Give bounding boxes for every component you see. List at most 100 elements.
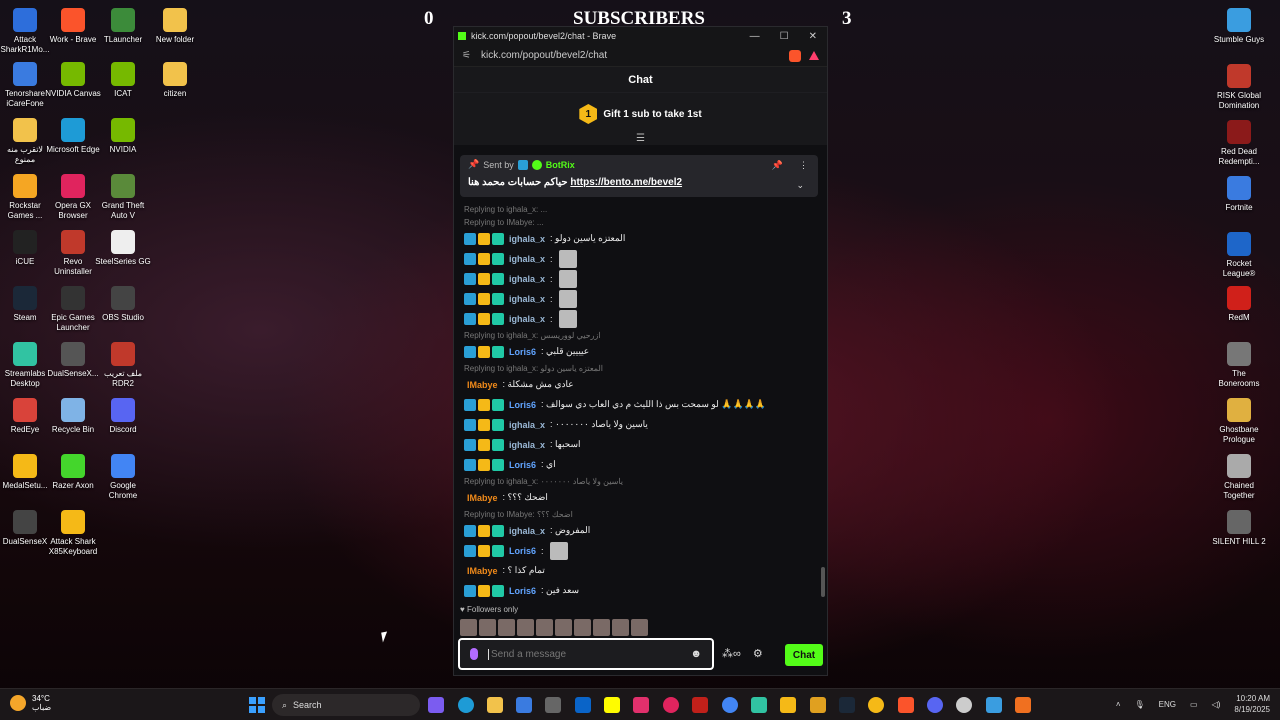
chat-username[interactable]: ighala_x: [509, 440, 545, 450]
chat-message[interactable]: IMabye: تمام كذا ؟: [464, 561, 819, 580]
emote-icon[interactable]: [631, 619, 648, 636]
chat-username[interactable]: Loris6: [509, 400, 536, 410]
chat-username[interactable]: Loris6: [509, 546, 536, 556]
desktop-icon[interactable]: RISK Global Domination: [1211, 64, 1267, 111]
desktop-icon[interactable]: OBS Studio: [95, 286, 151, 323]
chat-username[interactable]: ighala_x: [509, 234, 545, 244]
chat-username[interactable]: IMabye: [467, 493, 498, 503]
chevron-down-icon[interactable]: ⌄: [796, 180, 804, 191]
chat-message[interactable]: ighala_x:: [464, 249, 819, 268]
chat-username[interactable]: Loris6: [509, 460, 536, 470]
chat-message[interactable]: ighala_x:: [464, 289, 819, 308]
site-settings-icon[interactable]: ⚟: [462, 50, 471, 61]
medal-icon[interactable]: [868, 697, 884, 713]
gift-banner[interactable]: 1 Gift 1 sub to take 1st: [454, 93, 827, 135]
desktop-icon[interactable]: Ghostbane Prologue: [1211, 398, 1267, 445]
brave-icon[interactable]: [898, 697, 914, 713]
desktop-icon[interactable]: Epic Games Launcher: [45, 286, 101, 333]
scrollbar[interactable]: [821, 567, 825, 597]
desktop-icon[interactable]: Razer Axon: [45, 454, 101, 491]
chat-username[interactable]: ighala_x: [509, 420, 545, 430]
desktop-icon[interactable]: ICAT: [95, 62, 151, 99]
desktop-icon[interactable]: DualSenseX...: [45, 342, 101, 379]
language-indicator[interactable]: ENG: [1159, 700, 1176, 709]
chat-message[interactable]: Loris6: عيييين قلبي: [464, 342, 819, 361]
gear-icon[interactable]: ⚙: [753, 647, 763, 660]
opera-icon[interactable]: [663, 697, 679, 713]
desktop-icon[interactable]: Stumble Guys: [1211, 8, 1267, 45]
store-icon[interactable]: [516, 697, 532, 713]
close-icon[interactable]: ✕: [809, 31, 817, 42]
desktop-icon[interactable]: Fortnite: [1211, 176, 1267, 213]
pinned-bot-name[interactable]: BotRix: [546, 160, 575, 170]
emote-icon[interactable]: [574, 619, 591, 636]
copilot-icon[interactable]: [428, 697, 444, 713]
attack-shark-icon[interactable]: [780, 697, 796, 713]
chat-username[interactable]: ighala_x: [509, 274, 545, 284]
users-icon[interactable]: ⁂∞: [722, 647, 741, 660]
desktop-icon[interactable]: Chained Together: [1211, 454, 1267, 501]
chat-username[interactable]: Loris6: [509, 586, 536, 596]
chat-username[interactable]: ighala_x: [509, 254, 545, 264]
emote-icon[interactable]: [479, 619, 496, 636]
chat-username[interactable]: IMabye: [467, 566, 498, 576]
desktop-icon[interactable]: Discord: [95, 398, 151, 435]
chat-message[interactable]: Loris6: اما عاد: [464, 601, 819, 602]
steam-icon[interactable]: [839, 697, 855, 713]
emote-icon[interactable]: [612, 619, 629, 636]
chat-message[interactable]: ighala_x: ياسين ولا ياصاد ٠٠٠٠٠٠٠: [464, 415, 819, 434]
fortnite-icon[interactable]: [986, 697, 1002, 713]
url-text[interactable]: kick.com/popout/bevel2/chat: [481, 50, 607, 61]
microphone-tray-icon[interactable]: 🎙: [1135, 700, 1145, 709]
desktop-icon[interactable]: Rocket League®: [1211, 232, 1267, 279]
discord-icon[interactable]: [927, 697, 943, 713]
chat-message[interactable]: Loris6: اي: [464, 455, 819, 474]
unpin-icon[interactable]: 📌: [772, 160, 783, 171]
chat-message[interactable]: ighala_x: اسحبها: [464, 435, 819, 454]
address-bar[interactable]: ⚟ kick.com/popout/bevel2/chat: [454, 45, 827, 67]
chat-message[interactable]: ighala_x: المفروض: [464, 521, 819, 540]
brave-shields-icon[interactable]: [789, 49, 801, 62]
chat-message[interactable]: IMabye: اضحك ؟؟؟: [464, 488, 819, 507]
chat-message[interactable]: ighala_x:: [464, 269, 819, 288]
desktop-icon[interactable]: TLauncher: [95, 8, 151, 45]
desktop-icon[interactable]: NVIDIA Canvas: [45, 62, 101, 99]
desktop-icon[interactable]: NVIDIA: [95, 118, 151, 155]
chat-message[interactable]: IMabye: عادي مش مشكلة: [464, 375, 819, 394]
emoji-icon[interactable]: ☻: [690, 648, 702, 660]
minimize-icon[interactable]: —: [750, 31, 760, 42]
chrome-icon[interactable]: [722, 697, 738, 713]
desktop-icon[interactable]: RedM: [1211, 286, 1267, 323]
start-button[interactable]: [249, 697, 265, 713]
chat-username[interactable]: IMabye: [467, 380, 498, 390]
app-icon[interactable]: [545, 697, 561, 713]
file-explorer-icon[interactable]: [487, 697, 503, 713]
chevron-up-icon[interactable]: ˄: [1116, 700, 1121, 709]
desktop-icon[interactable]: Revo Uninstaller: [45, 230, 101, 277]
chat-username[interactable]: ighala_x: [509, 526, 545, 536]
brave-rewards-icon[interactable]: [809, 51, 819, 60]
desktop-icon[interactable]: citizen: [147, 62, 203, 99]
emote-icon[interactable]: [498, 619, 515, 636]
desktop-icon[interactable]: Google Chrome: [95, 454, 151, 501]
volume-icon[interactable]: ◁): [1212, 700, 1221, 709]
microphone-icon[interactable]: [470, 648, 478, 660]
maximize-icon[interactable]: ☐: [780, 31, 789, 42]
desktop-icon[interactable]: Opera GX Browser: [45, 174, 101, 221]
chat-message[interactable]: Loris6: لو سمحت بس ذا الليث م دي العاب د…: [464, 395, 819, 414]
snapchat-icon[interactable]: [604, 697, 620, 713]
chat-message[interactable]: ighala_x:: [464, 309, 819, 328]
attack-shark-keyboard-icon[interactable]: [810, 697, 826, 713]
edge-icon[interactable]: [458, 697, 474, 713]
desktop-icon[interactable]: Work - Brave: [45, 8, 101, 45]
chat-username[interactable]: ighala_x: [509, 314, 545, 324]
desktop-icon[interactable]: SteelSeries GG: [95, 230, 151, 267]
chat-message[interactable]: ighala_x: المعتزه ياسين دولو: [464, 229, 819, 248]
chat-message[interactable]: Loris6: سعد فين: [464, 581, 819, 600]
desktop-icon[interactable]: Attack Shark X85Keyboard: [45, 510, 101, 557]
steelseries-icon[interactable]: [956, 697, 972, 713]
desktop-icon[interactable]: New folder: [147, 8, 203, 45]
desktop-icon[interactable]: The Bonerooms: [1211, 342, 1267, 389]
chat-message[interactable]: Loris6:: [464, 541, 819, 560]
desktop-icon[interactable]: Grand Theft Auto V: [95, 174, 151, 221]
